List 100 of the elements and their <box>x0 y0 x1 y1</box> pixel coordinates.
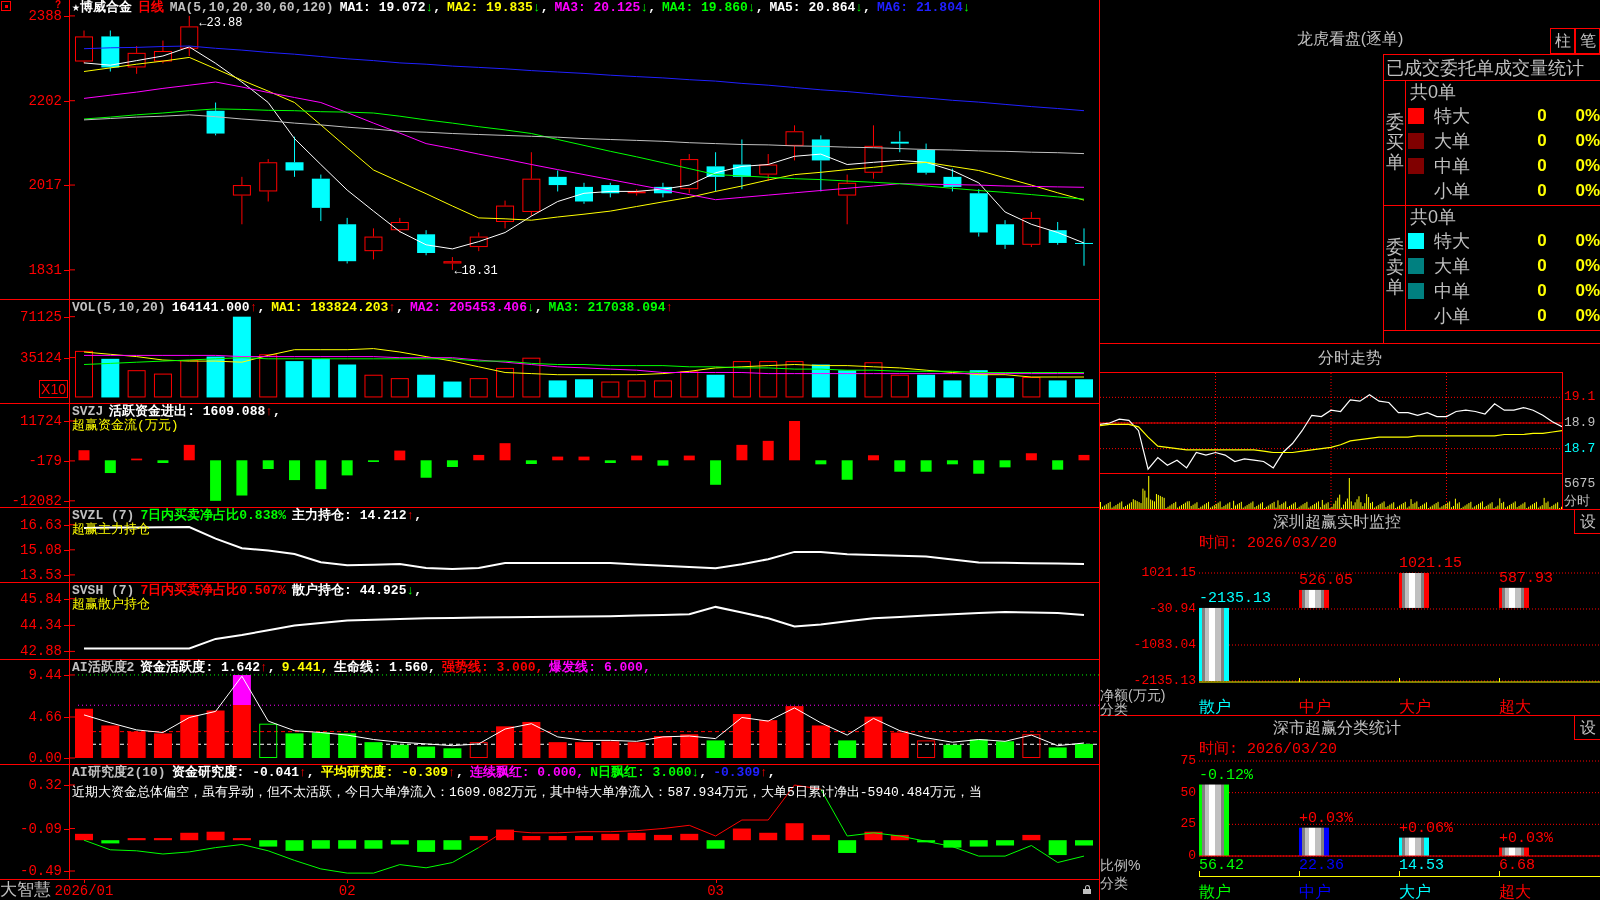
volume-scale-label: 5675 <box>1564 477 1596 491</box>
price-annotation: ←18.31 <box>454 263 498 278</box>
timestamp: 时间: 2026/03/20 <box>1199 536 1338 552</box>
axis-tick-label: -2135.13 <box>1133 674 1196 688</box>
order-size-label: 小单 <box>1434 180 1471 201</box>
panel-title: 深圳超赢实时监控 <box>1273 513 1401 531</box>
axis-tick-label: 44.34 <box>20 618 62 633</box>
axis-tick-label: 1021.15 <box>1141 566 1196 580</box>
bar-value-label: 14.53 <box>1399 858 1444 874</box>
indicator-label: 平均研究度: -0.309↑, <box>320 766 464 780</box>
bar-value-label: 1021.15 <box>1399 556 1462 572</box>
date-axis-label: 2026/01 <box>54 883 114 899</box>
order-count: 0 <box>1536 180 1548 201</box>
axis-tick-label: 15.08 <box>20 542 62 557</box>
indicator-label: SVZL (7) <box>72 509 135 523</box>
indicator-label: SVZJ <box>72 405 104 419</box>
indicator-label: 主力持仓: 14.212↑, <box>292 509 423 523</box>
category-label: 散户 <box>1199 884 1231 900</box>
order-count: 0 <box>1536 105 1548 126</box>
indicator-label: MA1: 183824.203↑, <box>271 301 404 315</box>
date-axis-label: 03 <box>707 883 724 899</box>
axis-tick-label: 2202 <box>28 93 62 108</box>
indicator-label: MA2: 205453.406↓, <box>409 301 543 315</box>
axis-tick-label: 2388 <box>28 8 62 23</box>
axis-tick-label: 16.63 <box>20 517 62 532</box>
unit-multiplier-label: X10 <box>39 380 68 398</box>
order-total: 共0单 <box>1410 82 1456 102</box>
indicator-label: 活跃资金进出: 1609.088↑, <box>109 405 281 419</box>
order-count: 0 <box>1536 280 1548 301</box>
indicator-label: MA5: 20.864↓, <box>769 1 871 15</box>
app-name: 大智慧 <box>0 881 51 899</box>
order-count: 0 <box>1536 155 1548 176</box>
change-label: -0.12% <box>1199 767 1253 784</box>
indicator-label: 爆发线: 6.000, <box>549 661 651 675</box>
change-label: +0.06% <box>1399 820 1453 837</box>
order-total: 共0单 <box>1410 207 1456 227</box>
axis-tick-label: -30.94 <box>1149 602 1196 616</box>
axis-tick-label: 1831 <box>28 262 62 277</box>
axis-title: 比例% <box>1100 858 1141 872</box>
order-size-label: 大单 <box>1434 130 1471 151</box>
panel-title: 分时走势 <box>1318 349 1382 367</box>
axis-tick-label: 9.44 <box>28 667 62 682</box>
indicator-label: 7日内买卖净占比0.507% <box>140 584 287 598</box>
order-count: 0 <box>1536 230 1548 251</box>
indicator-label: ★博威合金 <box>72 1 132 15</box>
order-size-label: 大单 <box>1434 255 1471 276</box>
order-share: 0% <box>1574 255 1600 276</box>
indicator-label: 资金研究度: -0.041↑, <box>171 766 315 780</box>
category-label: 中户 <box>1299 699 1331 715</box>
axis-tick-label: 45.84 <box>20 591 62 606</box>
indicator-label: AI活跃度2 <box>72 661 135 675</box>
axis-tick-label: 35124 <box>20 350 62 365</box>
indicator-label: MA(5,10,20,30,60,120) <box>169 1 334 15</box>
indicator-label: -0.309↑, <box>713 766 776 780</box>
axis-tick-label: 71125 <box>20 309 62 324</box>
indicator-label: N日飘红: 3.000↓, <box>590 766 708 780</box>
axis-tick-label: 18.7 <box>1564 441 1596 456</box>
indicator-label: 强势线: 3.000, <box>441 661 544 675</box>
axis-tick-label: 11724 <box>20 413 62 428</box>
change-label: +0.03% <box>1499 830 1553 847</box>
order-share: 0% <box>1574 155 1600 176</box>
axis-tick-label: -0.49 <box>20 864 62 878</box>
indicator-label: 7日内买卖净占比0.838% <box>140 509 287 523</box>
category-label: 中户 <box>1299 884 1331 900</box>
order-size-label: 小单 <box>1434 305 1471 326</box>
axis-tick-label: 75 <box>1180 754 1196 768</box>
order-share: 0% <box>1574 105 1600 126</box>
price-annotation: ←23.88 <box>199 15 243 30</box>
axis-tick-label: 19.1 <box>1564 390 1596 405</box>
axis-tick-label: 0.00 <box>28 751 62 765</box>
order-size-label: 中单 <box>1434 155 1471 176</box>
axis-tick-label: -12082 <box>11 493 62 508</box>
axis-tick-label: 0 <box>1188 849 1196 863</box>
bar-value-label: 526.05 <box>1299 572 1353 589</box>
indicator-label: MA3: 20.125↓, <box>554 1 656 15</box>
indicator-label: 连续飘红: 0.000, <box>469 766 585 780</box>
order-share: 0% <box>1574 280 1600 301</box>
axis-tick-label: 18.9 <box>1564 416 1596 430</box>
axis-tick-label: -179 <box>28 453 62 468</box>
timestamp: 时间: 2026/03/20 <box>1199 742 1338 758</box>
order-share: 0% <box>1574 305 1600 326</box>
indicator-label: MA4: 19.860↓, <box>662 1 764 15</box>
indicator-label: VOL(5,10,20) <box>72 301 166 315</box>
order-size-label: 特大 <box>1434 230 1471 251</box>
indicator-label: AI研究度2(10) <box>72 766 166 780</box>
category-label: 超大 <box>1499 699 1531 715</box>
indicator-label: MA3: 217038.094↑ <box>548 301 674 315</box>
table-title: 已成交委托单成交量统计 <box>1386 57 1584 78</box>
category-label: 散户 <box>1199 699 1231 715</box>
indicator-label: SVSH (7) <box>72 584 135 598</box>
axis-label: 分时 <box>1564 494 1590 508</box>
indicator-label: MA6: 21.804↓ <box>876 1 971 15</box>
bar-value-label: -2135.13 <box>1199 590 1271 607</box>
axis-tick-label: 4.66 <box>28 710 62 724</box>
axis-title: 净额(万元) <box>1100 688 1166 702</box>
axis-tick-label: -0.09 <box>20 821 62 836</box>
indicator-label: 资金活跃度: 1.642↑, <box>140 661 276 675</box>
order-share: 0% <box>1574 180 1600 201</box>
order-count: 0 <box>1536 305 1548 326</box>
group-label: 委买单 <box>1385 113 1404 173</box>
